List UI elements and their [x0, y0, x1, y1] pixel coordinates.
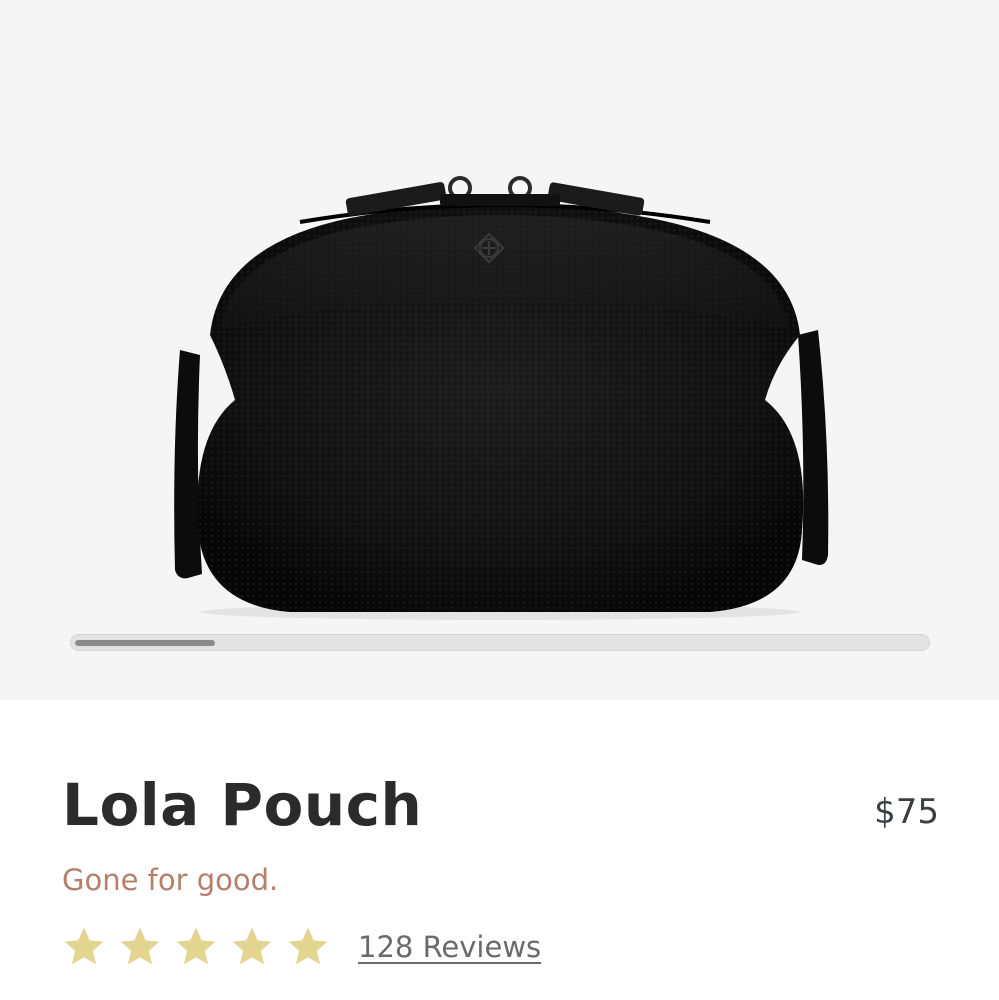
product-title: Lola Pouch: [62, 771, 423, 839]
gallery-scrollbar-thumb[interactable]: [75, 640, 215, 646]
product-details: Lola Pouch $75 Gone for good. 128 Review…: [0, 700, 999, 1000]
product-tagline: Gone for good.: [62, 863, 279, 897]
product-page: Lola Pouch $75 Gone for good. 128 Review…: [0, 0, 999, 1000]
product-gallery[interactable]: [0, 0, 999, 700]
product-rating: 128 Reviews: [62, 922, 541, 972]
reviews-link[interactable]: 128 Reviews: [358, 927, 541, 967]
star-icon: [64, 927, 104, 965]
product-price: $75: [874, 792, 939, 832]
product-image: [174, 176, 829, 620]
star-icon: [120, 927, 160, 965]
star-icon: [288, 927, 328, 965]
star-icon: [176, 927, 216, 965]
rating-stars: [62, 925, 342, 969]
star-icon: [232, 927, 272, 965]
gallery-scrollbar[interactable]: [70, 634, 930, 651]
